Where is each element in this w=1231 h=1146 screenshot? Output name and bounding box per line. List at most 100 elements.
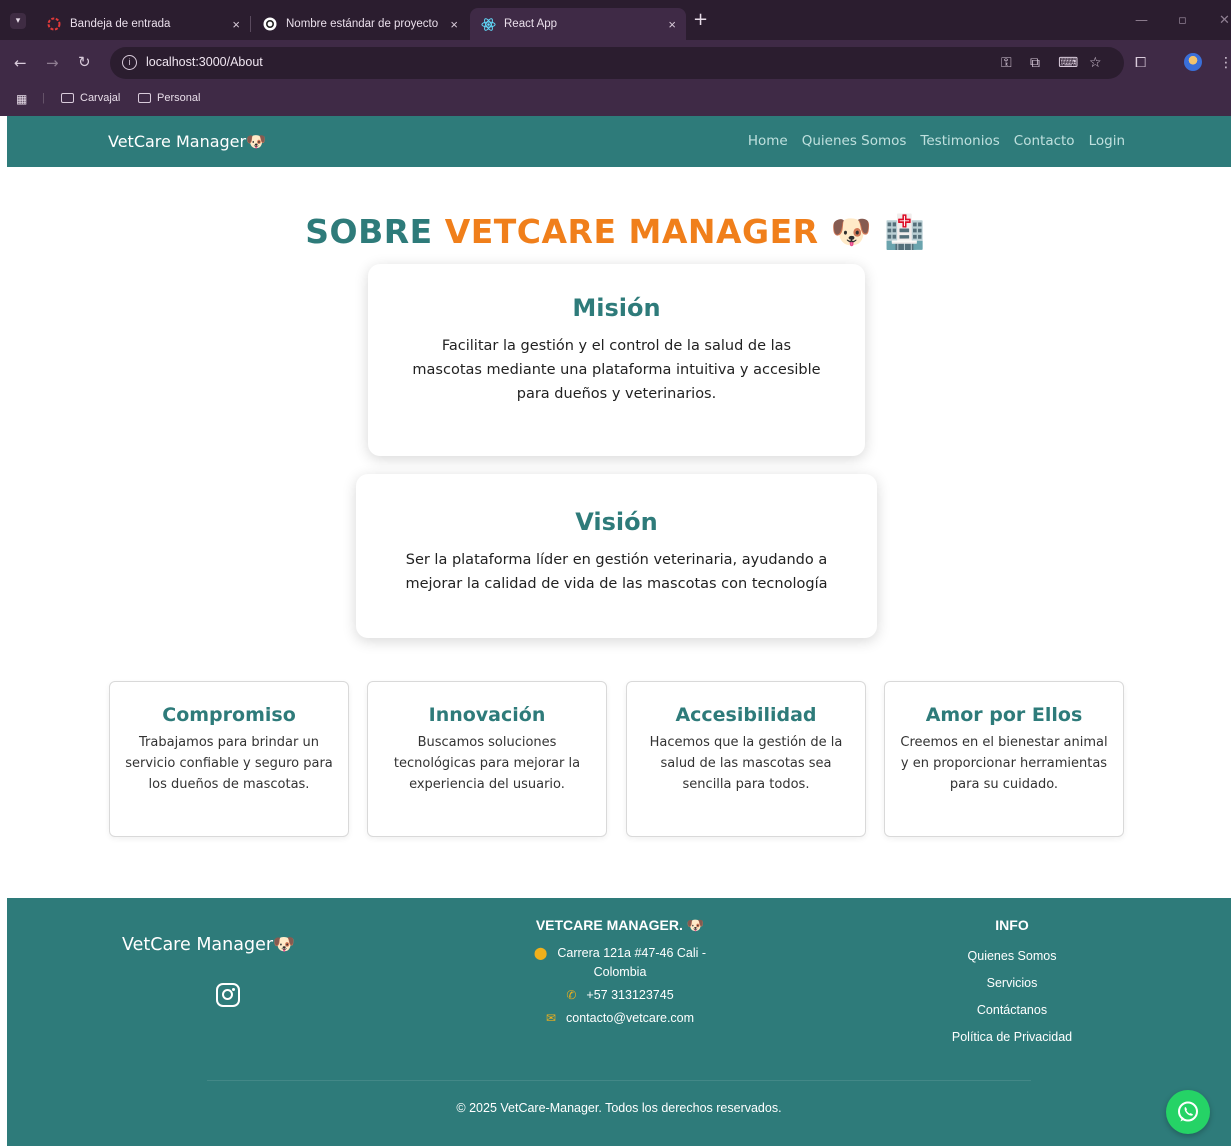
forward-icon[interactable]: → <box>46 54 59 72</box>
back-icon[interactable]: ← <box>14 54 27 72</box>
profile-avatar-icon[interactable] <box>1184 53 1202 71</box>
value-title: Compromiso <box>162 704 296 726</box>
nav-links: Home Quienes Somos Testimonios Contacto … <box>748 133 1125 149</box>
contact-title-text: VETCARE MANAGER. <box>535 917 683 933</box>
folder-icon <box>61 93 74 103</box>
footer-phone: ✆ +57 313123745 <box>520 986 720 1005</box>
folder-icon <box>138 93 151 103</box>
site-footer: VetCare Manager🐶 VETCARE MANAGER. 🐶 ⬤ Car… <box>7 898 1231 1146</box>
close-window-icon[interactable]: ✕ <box>1219 13 1230 28</box>
footer-info-title: INFO <box>995 917 1029 933</box>
footer-link-servicios[interactable]: Servicios <box>912 970 1112 997</box>
value-title: Innovación <box>428 704 546 726</box>
whatsapp-icon <box>1178 1101 1198 1122</box>
new-tab-button[interactable]: + <box>693 11 708 29</box>
instagram-icon[interactable] <box>216 983 240 1007</box>
tab-react-app[interactable]: React App × <box>470 8 686 40</box>
dog-emoji-icon: 🐶 <box>246 132 267 151</box>
tab-title: Bandeja de entrada <box>70 18 171 30</box>
navbar-brand[interactable]: VetCare Manager🐶 <box>108 132 266 151</box>
footer-copyright: © 2025 VetCare-Manager. Todos los derech… <box>456 1101 782 1115</box>
close-tab-icon[interactable]: × <box>232 17 240 32</box>
dog-emoji-icon: 🐶 <box>686 917 705 933</box>
chatgpt-icon <box>262 16 278 32</box>
tab-search-icon[interactable]: ▾ <box>10 13 26 29</box>
tab-separator <box>250 16 251 32</box>
value-text: Creemos en el bienestar animal y en prop… <box>900 735 1108 792</box>
value-card-innovacion: Innovación Buscamos soluciones tecnológi… <box>367 681 607 837</box>
bookmark-star-icon[interactable]: ☆ <box>1089 55 1102 71</box>
value-text: Hacemos que la gestión de la salud de la… <box>649 735 843 792</box>
mision-title: Misión <box>572 294 661 322</box>
nav-link-testimonios[interactable]: Testimonios <box>920 133 999 149</box>
bookmarks-divider: | <box>42 92 45 104</box>
react-icon <box>480 16 496 32</box>
restore-icon[interactable]: ▫ <box>1178 13 1187 28</box>
footer-link-contactanos[interactable]: Contáctanos <box>912 997 1112 1024</box>
tab-bandeja[interactable]: Bandeja de entrada × <box>36 8 250 40</box>
url-text: localhost:3000/About <box>146 55 263 69</box>
page-title: SOBRE VETCARE MANAGER 🐶 🏥 <box>0 212 1231 252</box>
value-card-compromiso: Compromiso Trabajamos para brindar un se… <box>109 681 349 837</box>
opera-mail-icon <box>46 16 62 32</box>
dog-emoji-icon: 🐶 <box>273 935 295 955</box>
footer-info: INFO Quienes Somos Servicios Contáctanos… <box>912 917 1112 1051</box>
vision-text: Ser la plataforma líder en gestión veter… <box>405 552 828 592</box>
value-card-accesibilidad: Accesibilidad Hacemos que la gestión de … <box>626 681 866 837</box>
mision-card: Misión Facilitar la gestión y el control… <box>368 264 865 456</box>
apps-grid-icon[interactable]: ▦ <box>16 92 27 106</box>
location-pin-icon: ⬤ <box>533 946 548 960</box>
translate-icon[interactable]: ⌨ <box>1058 55 1078 71</box>
brand-text: VetCare Manager <box>108 132 247 151</box>
tab-title: React App <box>504 18 558 30</box>
mision-text: Facilitar la gestión y el control de la … <box>412 338 821 402</box>
bookmark-carvajal[interactable]: Carvajal <box>61 92 120 104</box>
tab-title: Nombre estándar de proyecto <box>286 18 439 30</box>
footer-brand: VetCare Manager🐶 <box>122 935 295 955</box>
value-text: Buscamos soluciones tecnológicas para me… <box>393 735 581 792</box>
bookmark-personal[interactable]: Personal <box>138 92 200 104</box>
footer-divider <box>207 1080 1031 1081</box>
menu-kebab-icon[interactable]: ⋮ <box>1219 55 1231 71</box>
bookmark-label: Carvajal <box>80 92 121 104</box>
site-navbar: VetCare Manager🐶 Home Quienes Somos Test… <box>7 116 1231 167</box>
value-card-amor: Amor por Ellos Creemos en el bienestar a… <box>884 681 1124 837</box>
cast-icon[interactable]: ⧉ <box>1030 55 1040 71</box>
password-key-icon[interactable]: ⚿ <box>1001 55 1012 71</box>
address-line1: Carrera 121a #47-46 Cali - <box>557 946 707 960</box>
tab-nombre-estandar[interactable]: Nombre estándar de proyecto × <box>252 8 468 40</box>
footer-link-privacidad[interactable]: Política de Privacidad <box>912 1024 1112 1051</box>
vision-title: Visión <box>575 508 658 536</box>
envelope-icon: ✉ <box>545 1011 557 1025</box>
address-line2: Colombia <box>593 965 647 979</box>
extensions-icon[interactable]: ⧠ <box>1135 55 1146 71</box>
nav-link-home[interactable]: Home <box>748 133 788 149</box>
reload-icon[interactable]: ↻ <box>78 53 91 71</box>
nav-link-login[interactable]: Login <box>1089 133 1125 149</box>
minimize-icon[interactable]: — <box>1135 13 1148 28</box>
nav-link-quienes-somos[interactable]: Quienes Somos <box>802 133 907 149</box>
whatsapp-button[interactable] <box>1166 1090 1210 1134</box>
close-tab-icon[interactable]: × <box>450 17 458 32</box>
footer-email: ✉ contacto@vetcare.com <box>520 1009 720 1028</box>
bookmark-label: Personal <box>157 92 201 104</box>
close-tab-icon[interactable]: × <box>668 17 676 32</box>
phone-text: +57 313123745 <box>586 988 674 1002</box>
footer-contact: VETCARE MANAGER. 🐶 ⬤ Carrera 121a #47-46 … <box>520 917 720 1028</box>
email-text: contacto@vetcare.com <box>566 1011 695 1025</box>
footer-link-quienes-somos[interactable]: Quienes Somos <box>912 943 1112 970</box>
vision-card: Visión Ser la plataforma líder en gestió… <box>356 474 877 638</box>
nav-link-contacto[interactable]: Contacto <box>1014 133 1075 149</box>
footer-contact-title: VETCARE MANAGER. 🐶 <box>520 917 720 934</box>
phone-icon: ✆ <box>566 988 577 1002</box>
value-text: Trabajamos para brindar un servicio conf… <box>125 735 333 792</box>
footer-address: ⬤ Carrera 121a #47-46 Cali - <box>520 944 720 963</box>
title-part-sobre: SOBRE <box>305 212 433 251</box>
address-bar[interactable]: i localhost:3000/About <box>110 47 1124 79</box>
site-info-icon[interactable]: i <box>122 55 137 70</box>
title-emoji-icons: 🐶 🏥 <box>830 212 926 251</box>
footer-brand-text: VetCare Manager <box>122 935 274 955</box>
browser-tab-strip: ▾ Bandeja de entrada × Nombre estándar d… <box>0 0 1231 40</box>
title-part-vetcare: VETCARE MANAGER <box>444 212 819 251</box>
value-title: Accesibilidad <box>675 704 817 726</box>
